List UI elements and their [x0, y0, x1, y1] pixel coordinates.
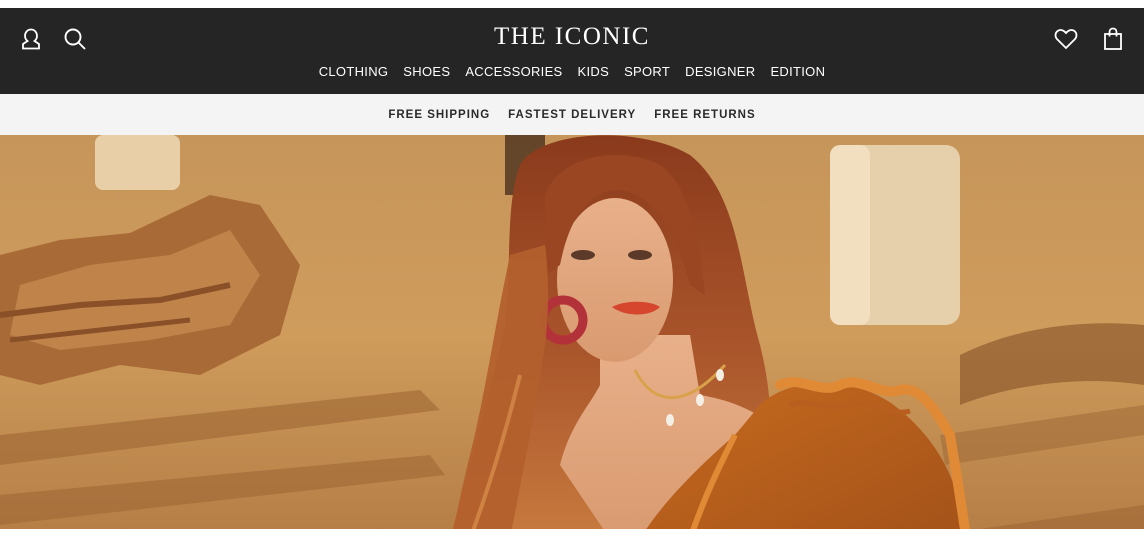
page: THE ICONIC CLOTHING SHOES ACCESSORIES KI… — [0, 0, 1144, 549]
promo-free-shipping[interactable]: FREE SHIPPING — [388, 109, 490, 121]
site-header: THE ICONIC CLOTHING SHOES ACCESSORIES KI… — [0, 8, 1144, 94]
promo-fastest-delivery[interactable]: FASTEST DELIVERY — [508, 109, 636, 121]
site-logo[interactable]: THE ICONIC — [0, 22, 1144, 52]
hero-image — [0, 135, 1144, 539]
nav-item-edition[interactable]: EDITION — [770, 63, 825, 81]
shopping-bag-icon[interactable] — [1101, 26, 1125, 52]
promo-bar: FREE SHIPPING FASTEST DELIVERY FREE RETU… — [0, 94, 1144, 135]
nav-item-shoes[interactable]: SHOES — [403, 63, 450, 81]
header-right-actions — [1054, 26, 1125, 52]
nav-item-designer[interactable]: DESIGNER — [685, 63, 755, 81]
hero-banner[interactable] — [0, 135, 1144, 539]
heart-icon[interactable] — [1054, 26, 1078, 52]
bottom-strip — [0, 529, 1144, 539]
main-nav: CLOTHING SHOES ACCESSORIES KIDS SPORT DE… — [0, 63, 1144, 81]
nav-item-accessories[interactable]: ACCESSORIES — [465, 63, 562, 81]
nav-item-clothing[interactable]: CLOTHING — [319, 63, 389, 81]
promo-free-returns[interactable]: FREE RETURNS — [654, 109, 755, 121]
nav-item-kids[interactable]: KIDS — [578, 63, 610, 81]
nav-item-sport[interactable]: SPORT — [624, 63, 670, 81]
top-strip — [0, 0, 1144, 8]
